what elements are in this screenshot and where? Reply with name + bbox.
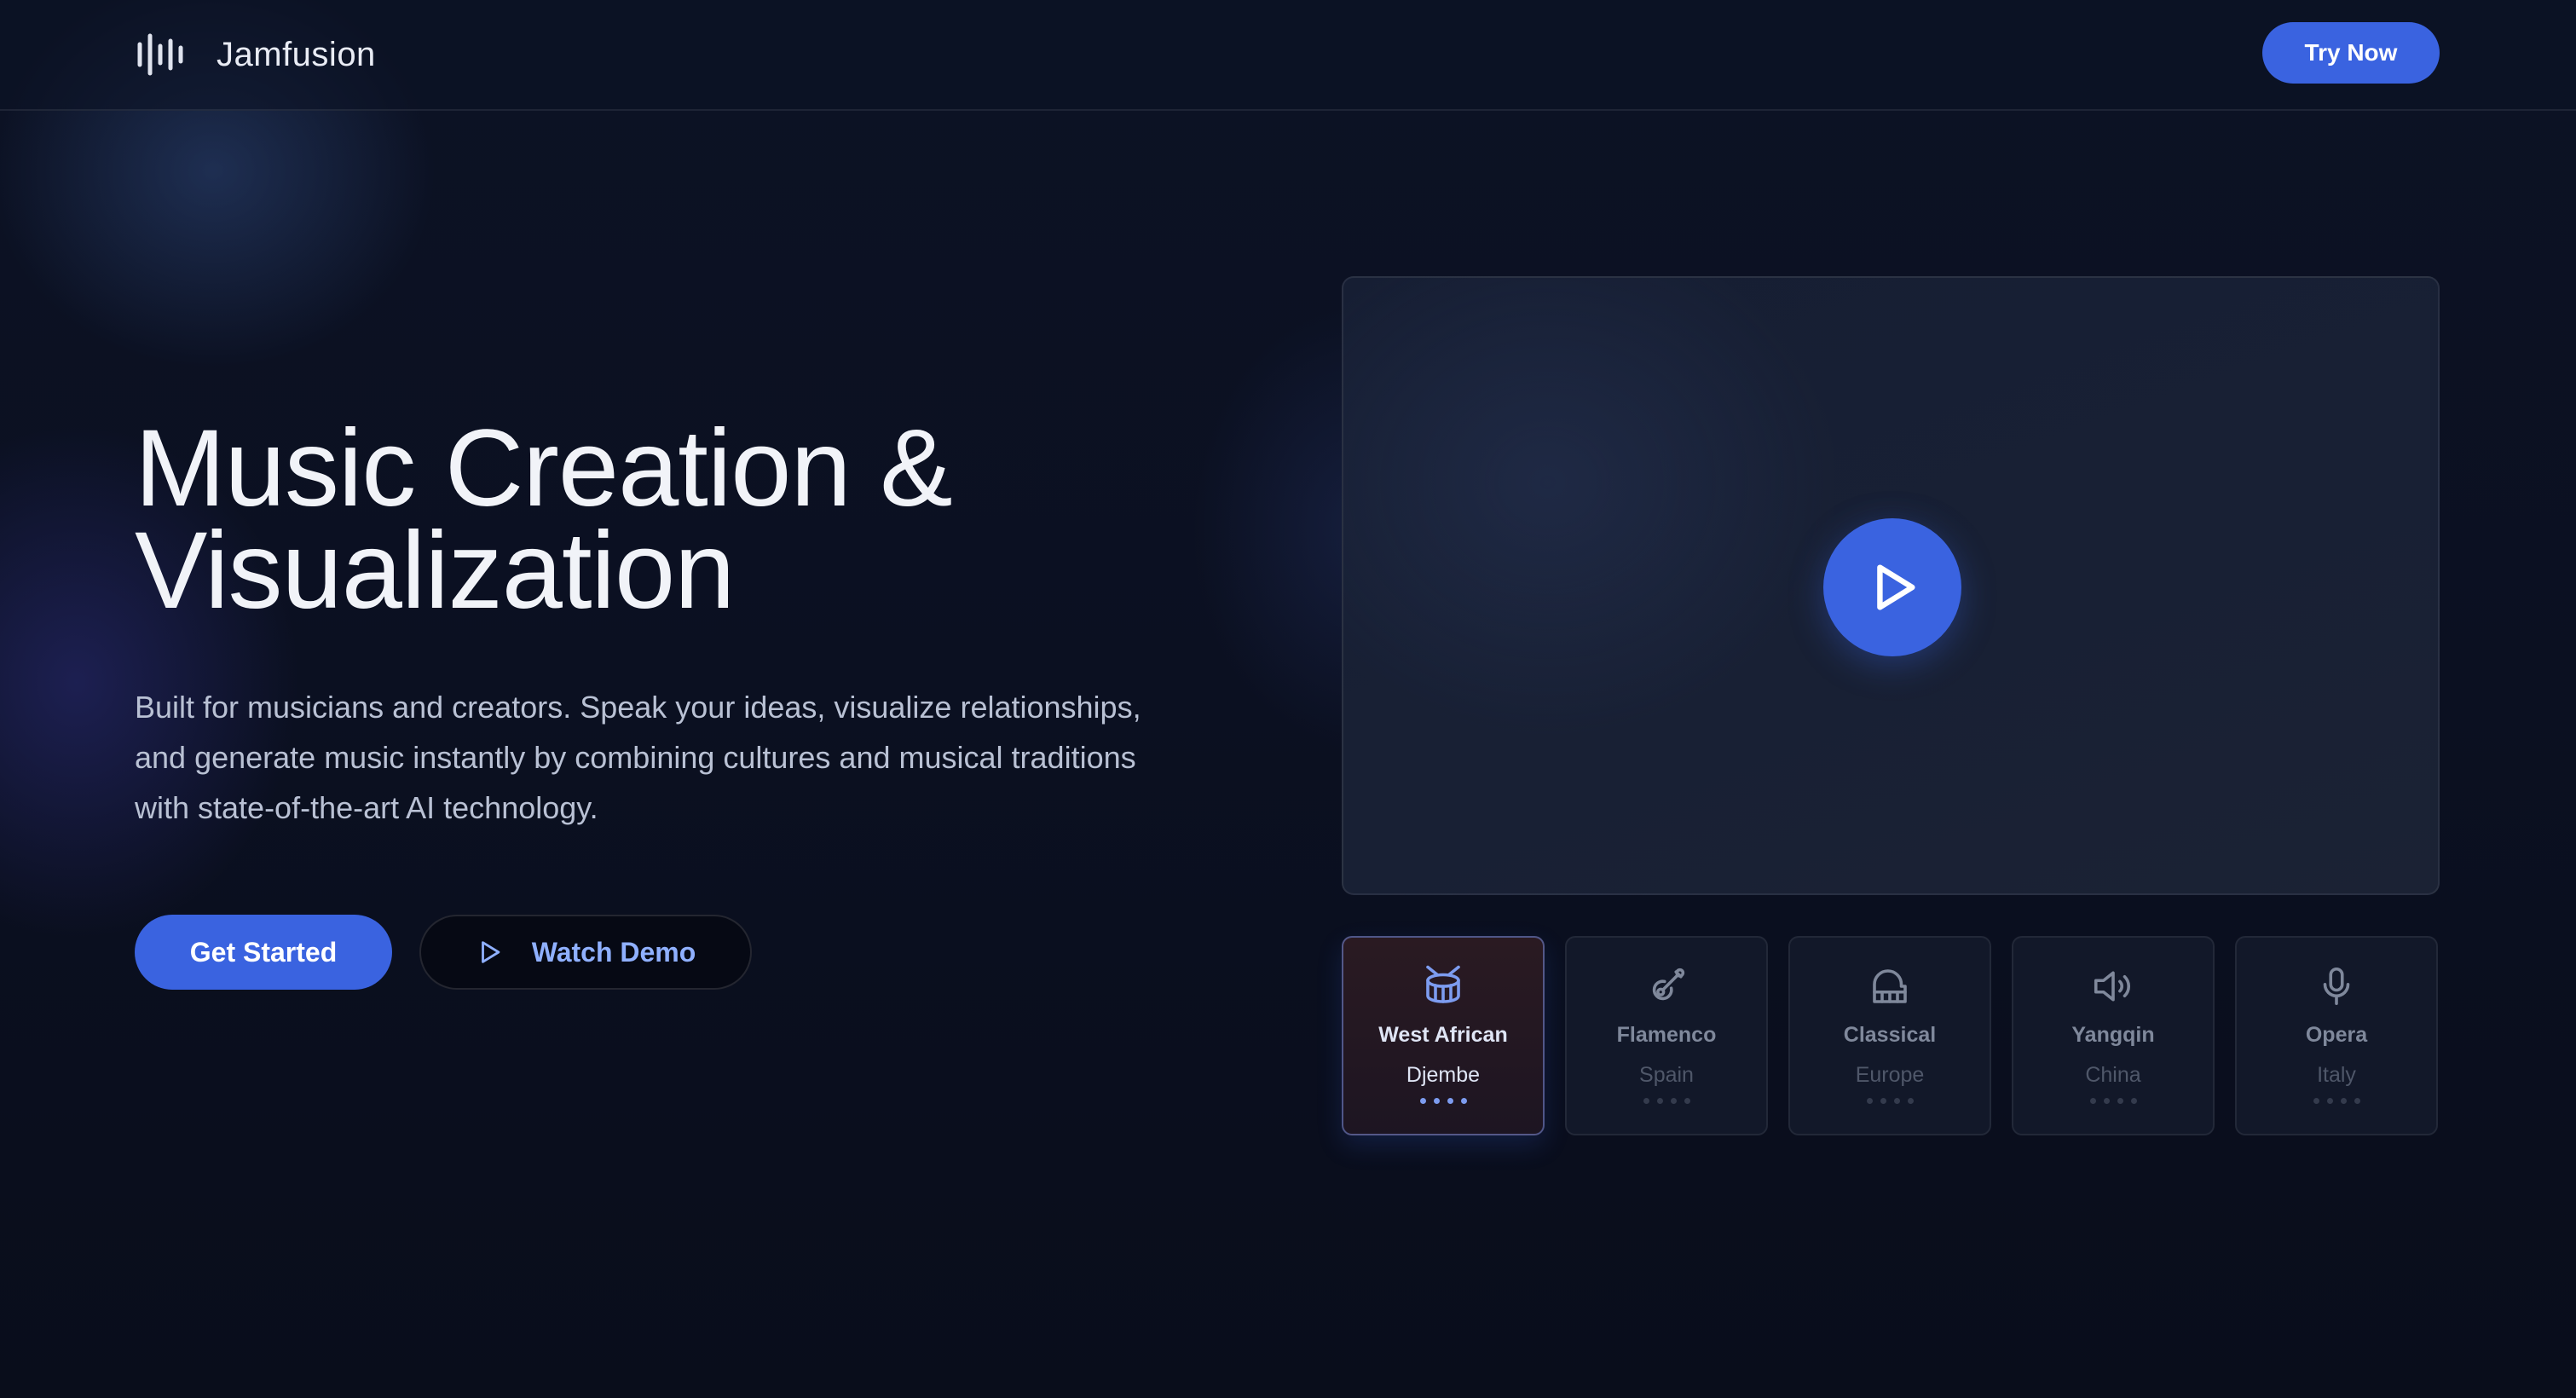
card-yangqin[interactable]: Yangqin China <box>2012 936 2215 1135</box>
video-preview-panel[interactable] <box>1342 276 2440 895</box>
card-name: Yangqin <box>2071 1023 2155 1047</box>
drum-icon <box>1426 965 1460 1003</box>
card-flamenco[interactable]: Flamenco Spain <box>1565 936 1768 1135</box>
card-subtitle: Italy <box>2317 1063 2356 1087</box>
waveform-logo-icon <box>137 33 183 76</box>
play-outline-icon <box>481 941 500 963</box>
card-subtitle: Spain <box>1639 1063 1694 1087</box>
card-dots <box>1419 1098 1467 1104</box>
culture-card-list: West African Djembe Flamenco Spain Class… <box>1342 936 2440 1137</box>
card-name: Opera <box>2305 1023 2368 1047</box>
card-dots <box>1643 1098 1690 1104</box>
card-classical[interactable]: Classical Europe <box>1788 936 1991 1135</box>
play-icon <box>1877 564 1915 610</box>
guitar-icon <box>1652 968 1685 1001</box>
speaker-icon <box>2094 971 2131 1002</box>
brand[interactable]: Jamfusion <box>136 32 376 77</box>
card-dots <box>1866 1098 1914 1104</box>
card-dots <box>2313 1098 2360 1104</box>
landing-page: Jamfusion Try Now Music Creation & Visua… <box>0 0 2576 1398</box>
watch-demo-label: Watch Demo <box>531 936 696 968</box>
watch-demo-button[interactable]: Watch Demo <box>419 915 752 990</box>
card-name: Classical <box>1843 1023 1937 1047</box>
card-subtitle: Djembe <box>1406 1063 1481 1087</box>
microphone-icon <box>2323 967 2350 1006</box>
card-subtitle: Europe <box>1855 1063 1925 1087</box>
hero-title: Music Creation & Visualization <box>135 407 1243 632</box>
piano-icon <box>1873 969 1907 1003</box>
video-play-button[interactable] <box>1823 518 1961 656</box>
try-now-button[interactable]: Try Now <box>2262 22 2440 84</box>
top-nav: Jamfusion Try Now <box>0 0 2576 111</box>
card-name: Flamenco <box>1616 1023 1717 1047</box>
card-name: West African <box>1378 1023 1508 1047</box>
get-started-button[interactable]: Get Started <box>135 915 392 990</box>
hero-title-line-2: Visualization <box>135 510 735 632</box>
card-opera[interactable]: Opera Italy <box>2235 936 2438 1135</box>
card-dots <box>2089 1098 2137 1104</box>
hero-title-line-1: Music Creation & <box>135 407 953 529</box>
card-west-african[interactable]: West African Djembe <box>1342 936 1545 1135</box>
brand-name: Jamfusion <box>217 35 376 73</box>
card-subtitle: China <box>2085 1063 2141 1087</box>
hero-description: Built for musicians and creators. Speak … <box>135 690 1141 825</box>
